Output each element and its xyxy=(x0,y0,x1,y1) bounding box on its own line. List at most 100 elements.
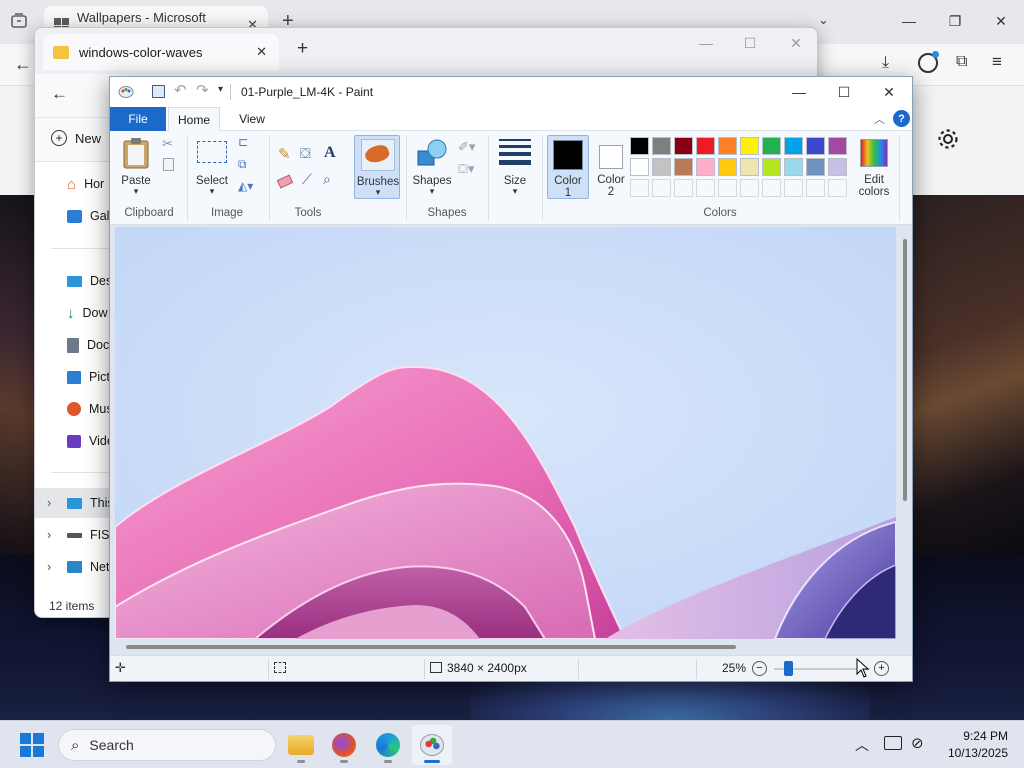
magnifier-icon[interactable]: ⌕ xyxy=(323,171,331,188)
taskbar-file-explorer[interactable] xyxy=(281,725,321,765)
palette-swatch[interactable] xyxy=(652,137,671,155)
palette-swatch[interactable] xyxy=(828,137,847,155)
select-button[interactable]: Select ▾ xyxy=(194,135,230,199)
paint-close-button[interactable]: ✕ xyxy=(866,77,912,107)
brushes-button[interactable]: Brushes ▾ xyxy=(354,135,400,199)
shapes-button[interactable]: Shapes ▾ xyxy=(412,135,452,199)
back-icon[interactable]: ← xyxy=(14,54,32,75)
palette-swatch[interactable] xyxy=(762,158,781,176)
palette-swatch[interactable] xyxy=(806,158,825,176)
browser-restore-button[interactable]: ❐ xyxy=(932,6,978,36)
tab-view[interactable]: View xyxy=(226,107,278,131)
explorer-minimize-button[interactable]: — xyxy=(683,28,729,58)
zoom-in-button[interactable]: + xyxy=(874,661,889,676)
palette-swatch-empty[interactable] xyxy=(696,179,715,197)
crop-icon[interactable]: ⊏ xyxy=(238,135,248,149)
palette-swatch-empty[interactable] xyxy=(806,179,825,197)
palette-swatch[interactable] xyxy=(740,158,759,176)
taskbar-search[interactable]: ⌕ Search xyxy=(58,729,276,761)
palette-swatch-empty[interactable] xyxy=(740,179,759,197)
settings-gear-icon[interactable] xyxy=(936,127,960,154)
fill-icon[interactable]: ⛋▾ xyxy=(458,161,474,177)
palette-swatch-empty[interactable] xyxy=(630,179,649,197)
outline-icon[interactable]: ✐▾ xyxy=(458,139,475,155)
taskbar-firefox[interactable] xyxy=(324,725,364,765)
color-picker-icon[interactable]: ⟋ xyxy=(302,171,312,188)
explorer-close-button[interactable]: ✕ xyxy=(773,28,817,58)
downloads-icon[interactable]: ⤓ xyxy=(882,54,889,72)
save-icon[interactable] xyxy=(152,85,165,98)
close-tab-icon[interactable]: ✕ xyxy=(256,44,267,60)
paste-button[interactable]: Paste ▾ xyxy=(118,135,154,199)
browser-minimize-button[interactable]: — xyxy=(886,6,932,36)
palette-swatch-empty[interactable] xyxy=(718,179,737,197)
undo-icon[interactable]: ↶ xyxy=(174,81,187,99)
tab-list-chevron-icon[interactable]: ⌄ xyxy=(818,12,829,28)
color1-button[interactable]: Color 1 xyxy=(547,135,589,199)
volume-icon[interactable]: ⊘ xyxy=(911,734,924,752)
start-button[interactable] xyxy=(20,733,44,757)
pencil-icon[interactable]: ✎ xyxy=(278,145,291,163)
new-button[interactable]: + New xyxy=(51,130,101,146)
clock-time[interactable]: 9:24 PM xyxy=(956,729,1008,743)
palette-swatch-empty[interactable] xyxy=(674,179,693,197)
palette-swatch[interactable] xyxy=(652,158,671,176)
text-icon[interactable]: A xyxy=(324,144,336,162)
zoom-out-button[interactable]: − xyxy=(752,661,767,676)
palette-swatch[interactable] xyxy=(828,158,847,176)
back-icon[interactable]: ← xyxy=(51,84,68,104)
eraser-icon[interactable] xyxy=(276,174,294,189)
clock-date[interactable]: 10/13/2025 xyxy=(940,746,1008,760)
resize-icon[interactable]: ⧉ xyxy=(238,157,247,172)
palette-swatch[interactable] xyxy=(674,137,693,155)
explorer-maximize-button[interactable]: ☐ xyxy=(727,28,773,58)
paint-app-icon[interactable] xyxy=(118,84,134,98)
palette-swatch-empty[interactable] xyxy=(762,179,781,197)
explorer-tab[interactable]: windows-color-waves ✕ xyxy=(43,34,279,70)
taskbar-paint[interactable] xyxy=(412,725,452,765)
tab-actions-icon[interactable] xyxy=(10,13,30,31)
extensions-icon[interactable]: ⧉ xyxy=(956,53,967,71)
cut-icon[interactable]: ✂ xyxy=(162,136,173,152)
palette-swatch[interactable] xyxy=(696,158,715,176)
tab-file[interactable]: File xyxy=(110,107,166,131)
horizontal-scrollbar[interactable] xyxy=(126,645,736,649)
network-status-icon[interactable] xyxy=(884,736,902,750)
taskbar-edge[interactable] xyxy=(368,725,408,765)
palette-swatch[interactable] xyxy=(762,137,781,155)
palette-swatch[interactable] xyxy=(674,158,693,176)
palette-swatch[interactable] xyxy=(718,158,737,176)
paint-maximize-button[interactable]: ☐ xyxy=(821,77,867,107)
rotate-icon[interactable]: ◭▾ xyxy=(238,179,253,193)
show-hidden-icons-chevron-icon[interactable]: ︿ xyxy=(855,735,869,755)
palette-swatch[interactable] xyxy=(784,158,803,176)
palette-swatch[interactable] xyxy=(630,137,649,155)
palette-swatch-empty[interactable] xyxy=(784,179,803,197)
vertical-scrollbar[interactable] xyxy=(903,239,907,501)
quick-access-dropdown-icon[interactable]: ▾ xyxy=(218,84,223,95)
palette-swatch[interactable] xyxy=(784,137,803,155)
new-tab-button[interactable]: + xyxy=(297,38,308,60)
menu-icon[interactable]: ≡ xyxy=(992,52,1002,72)
cursor-position-icon: ✛ xyxy=(115,660,126,675)
palette-swatch[interactable] xyxy=(806,137,825,155)
tab-home[interactable]: Home xyxy=(168,107,220,131)
palette-swatch-empty[interactable] xyxy=(652,179,671,197)
canvas-image[interactable] xyxy=(115,227,896,639)
browser-close-button[interactable]: ✕ xyxy=(978,6,1024,36)
palette-swatch[interactable] xyxy=(718,137,737,155)
color2-button[interactable]: Color 2 xyxy=(591,135,631,199)
fill-bucket-icon[interactable]: ⛋ xyxy=(300,145,311,162)
palette-swatch[interactable] xyxy=(740,137,759,155)
size-button[interactable]: Size ▾ xyxy=(494,135,536,199)
paint-minimize-button[interactable]: — xyxy=(776,77,822,107)
collapse-ribbon-icon[interactable]: ︿ xyxy=(874,111,885,127)
palette-swatch-empty[interactable] xyxy=(828,179,847,197)
zoom-slider-thumb[interactable] xyxy=(784,661,793,676)
edit-colors-button[interactable]: Edit colors xyxy=(854,135,894,199)
copy-icon[interactable] xyxy=(163,158,174,171)
palette-swatch[interactable] xyxy=(630,158,649,176)
palette-swatch[interactable] xyxy=(696,137,715,155)
help-icon[interactable]: ? xyxy=(893,110,910,127)
redo-icon[interactable]: ↷ xyxy=(196,81,209,99)
